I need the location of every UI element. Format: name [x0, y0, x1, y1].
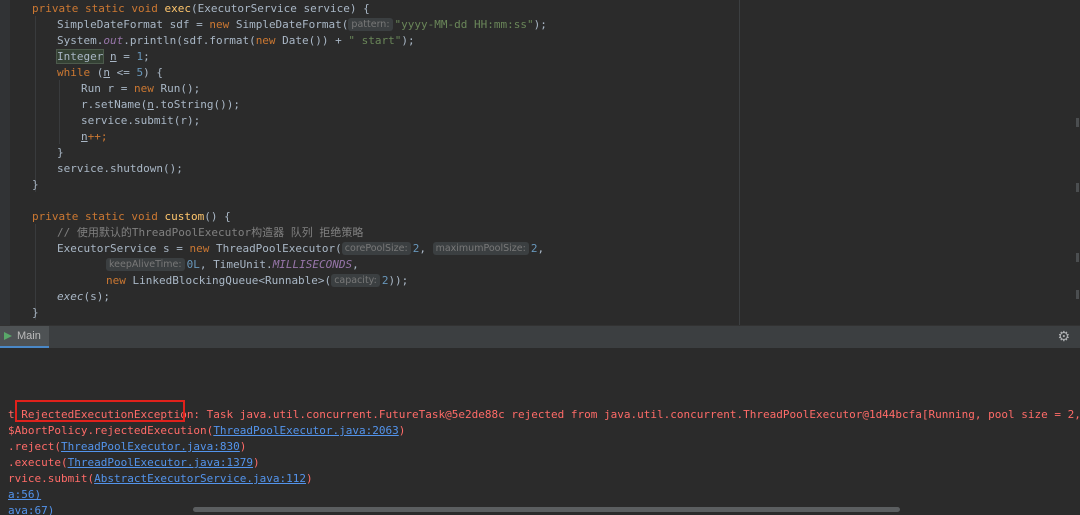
console-line: rvice.submit(AbstractExecutorService.jav… [8, 472, 313, 485]
console-line: .execute(ThreadPoolExecutor.java:1379) [8, 456, 260, 469]
tab-main-label: Main [17, 330, 41, 342]
gear-icon[interactable]: ⚙ [1057, 328, 1070, 346]
highlighted-type: Integer [55, 49, 105, 64]
indent-guide [59, 80, 60, 144]
code-line[interactable]: private static void exec(ExecutorService… [32, 1, 370, 17]
code-line[interactable]: SimpleDateFormat sdf = new SimpleDateFor… [57, 17, 547, 33]
code-editor[interactable]: private static void exec(ExecutorService… [0, 0, 1080, 325]
stacktrace-link[interactable]: ava:67) [8, 504, 54, 515]
code-line[interactable]: keepAliveTime: 0L, TimeUnit.MILLISECONDS, [106, 257, 359, 273]
parameter-hint: capacity: [331, 274, 380, 287]
run-console[interactable]: t RejectedExecutionException: Task java.… [0, 348, 1080, 515]
parameter-hint: pattern: [348, 18, 393, 31]
code-comment: // 使用默认的ThreadPoolExecutor构造器 队列 拒绝策略 [57, 226, 364, 239]
code-line[interactable]: Integer n = 1; [55, 49, 150, 65]
code-line[interactable]: // 使用默认的ThreadPoolExecutor构造器 队列 拒绝策略 [57, 225, 363, 241]
horizontal-scrollbar[interactable] [193, 507, 900, 512]
stacktrace-link[interactable]: ThreadPoolExecutor.java:830 [61, 440, 240, 453]
code-line[interactable]: private static void custom() { [32, 209, 231, 225]
parameter-hint: keepAliveTime: [106, 258, 185, 271]
code-line[interactable]: service.submit(r); [81, 113, 200, 129]
console-line: a:56) [8, 487, 41, 503]
code-line[interactable]: service.shutdown(); [57, 161, 183, 177]
stacktrace-link[interactable]: ThreadPoolExecutor.java:1379 [68, 456, 253, 469]
stacktrace-link[interactable]: AbstractExecutorService.java:112 [94, 472, 306, 485]
code-line[interactable]: } [32, 177, 39, 193]
console-line: ava:67) [8, 503, 54, 515]
code-line[interactable]: while (n <= 5) { [57, 65, 163, 81]
scroll-marker[interactable] [1076, 290, 1079, 299]
parameter-hint: maximumPoolSize: [432, 242, 529, 255]
code-line[interactable]: Run r = new Run(); [81, 81, 200, 97]
scroll-marker[interactable] [1076, 253, 1079, 262]
stacktrace-link[interactable]: ThreadPoolExecutor.java:2063 [213, 424, 398, 437]
scroll-marker[interactable] [1076, 183, 1079, 192]
scroll-marker[interactable] [1076, 118, 1079, 127]
console-line: $AbortPolicy.rejectedExecution(ThreadPoo… [8, 424, 406, 437]
right-margin-guide [739, 0, 740, 325]
code-line[interactable]: } [57, 145, 64, 161]
code-line[interactable]: ExecutorService s = new ThreadPoolExecut… [57, 241, 544, 257]
parameter-hint: corePoolSize: [341, 242, 411, 255]
code-line[interactable]: r.setName(n.toString()); [81, 97, 240, 113]
stacktrace-link[interactable]: a:56) [8, 488, 41, 501]
code-line[interactable]: System.out.println(sdf.format(new Date()… [57, 33, 415, 49]
code-line[interactable]: } [32, 305, 39, 321]
tab-main[interactable]: Main [0, 326, 49, 348]
console-line: .reject(ThreadPoolExecutor.java:830) [8, 440, 247, 453]
code-line[interactable]: new LinkedBlockingQueue<Runnable>(capaci… [106, 273, 408, 289]
exception-highlight-box [15, 400, 185, 422]
run-tool-window-header: Main ⚙ [0, 325, 1080, 349]
editor-gutter[interactable] [0, 0, 10, 325]
code-line[interactable]: exec(s); [57, 289, 110, 305]
code-line[interactable]: n++; [81, 129, 108, 145]
indent-guide [35, 16, 36, 192]
run-icon [4, 332, 12, 340]
